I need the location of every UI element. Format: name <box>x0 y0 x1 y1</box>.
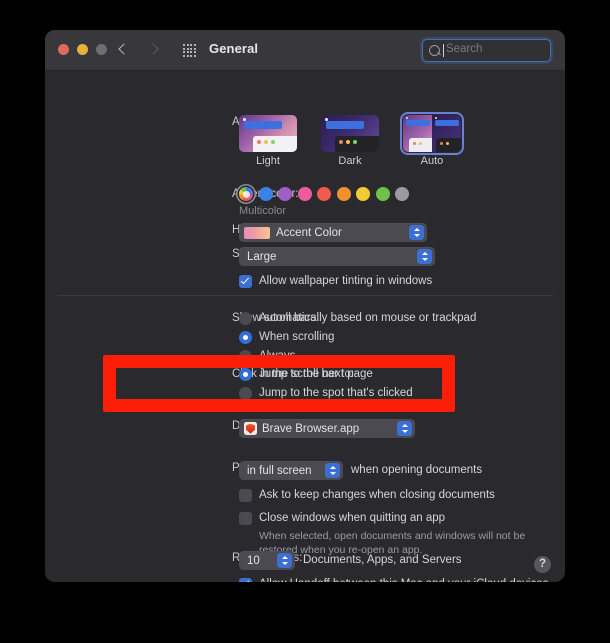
recent-items-value: 10 <box>247 554 260 567</box>
prefer-tabs-row: Prefer tabs: in full screen when opening… <box>232 461 483 480</box>
prefer-tabs-suffix: when opening documents <box>351 464 483 476</box>
default-web-browser-row: Default web browser: Brave Browser.app <box>232 419 415 438</box>
appearance-label-light: Light <box>256 155 280 167</box>
accent-color-swatches <box>239 187 409 201</box>
navigation-arrows <box>117 40 163 58</box>
click-scroll-radio-next-page[interactable] <box>239 367 252 381</box>
appearance-option-auto[interactable]: Auto <box>400 112 464 167</box>
wallpaper-tinting-checkbox[interactable] <box>239 274 252 288</box>
back-chevron-icon[interactable] <box>117 40 133 58</box>
recent-items-suffix: Documents, Apps, and Servers <box>303 554 462 566</box>
handoff-label: Allow Handoff between this Mac and your … <box>259 577 548 582</box>
default-web-browser-label: Default web browser: <box>232 420 340 432</box>
highlight-color-row: Highlight color: Accent Color <box>232 223 427 242</box>
click-scroll-radio-spot-clicked[interactable] <box>239 386 252 400</box>
sidebar-icon-size-value: Large <box>247 250 277 263</box>
default-web-browser-dropdown[interactable]: Brave Browser.app <box>239 419 415 438</box>
chevron-updown-icon <box>397 421 412 436</box>
show-all-grid-icon[interactable] <box>183 44 196 57</box>
accent-swatch-yellow[interactable] <box>356 187 370 201</box>
search-input[interactable]: Search <box>422 39 551 62</box>
accent-swatch-red[interactable] <box>317 187 331 201</box>
highlight-color-swatch <box>244 226 270 239</box>
accent-swatch-green[interactable] <box>375 187 390 201</box>
page-title: General <box>209 41 259 56</box>
minimize-window-button[interactable] <box>77 44 88 55</box>
click-scroll-bar-label: Click in the scroll bar to: <box>232 368 355 380</box>
recent-items-dropdown[interactable]: 10 <box>239 551 295 570</box>
close-windows-quitting-control[interactable]: Close windows when quitting an app <box>239 511 551 525</box>
handoff-row[interactable]: Allow Handoff between this Mac and your … <box>239 577 548 582</box>
scroll-bars-radio-automatic[interactable] <box>239 311 252 325</box>
section-divider <box>57 295 553 296</box>
recent-items-label: Recent items: <box>232 552 302 564</box>
chevron-updown-icon <box>409 225 424 240</box>
search-icon <box>429 45 440 56</box>
click-scroll-option-spot-clicked[interactable]: Jump to the spot that's clicked <box>239 386 413 400</box>
forward-chevron-icon[interactable] <box>147 40 163 58</box>
accent-color-label: Accent color: <box>232 188 298 200</box>
highlight-color-label: Highlight color: <box>232 224 308 236</box>
window-toolbar: General Search <box>45 30 565 71</box>
search-placeholder: Search <box>446 43 483 55</box>
close-windows-quitting-checkbox[interactable] <box>239 511 252 525</box>
screenshot-root: General Search Appearance: <box>0 0 610 643</box>
recent-items-row: Recent items: 10 Documents, Apps, and Se… <box>232 551 462 570</box>
show-scroll-bars-label: Show scroll bars: <box>232 312 320 324</box>
zoom-window-button[interactable] <box>96 44 107 55</box>
preferences-content: Appearance: Light <box>45 71 565 582</box>
accent-swatch-blue[interactable] <box>258 187 273 201</box>
chevron-updown-icon <box>325 463 340 478</box>
appearance-label: Appearance: <box>232 116 297 128</box>
appearance-label-dark: Dark <box>338 155 362 167</box>
brave-browser-icon <box>244 422 257 435</box>
accent-color-row: Accent color: Multicolor <box>232 187 409 217</box>
accent-swatch-purple[interactable] <box>278 187 292 201</box>
sidebar-icon-size-dropdown[interactable]: Large <box>239 247 435 266</box>
system-preferences-window: General Search Appearance: <box>45 30 565 582</box>
prefer-tabs-dropdown[interactable]: in full screen <box>239 461 343 480</box>
traffic-lights <box>58 44 107 55</box>
appearance-row: Appearance: Light <box>232 112 464 167</box>
sidebar-icon-size-label: Sidebar icon size: <box>232 248 323 260</box>
default-web-browser-value: Brave Browser.app <box>262 422 360 435</box>
wallpaper-tinting-label: Allow wallpaper tinting in windows <box>259 275 433 287</box>
accent-color-caption: Multicolor <box>239 205 287 217</box>
accent-swatch-graphite[interactable] <box>395 187 409 201</box>
text-caret <box>443 43 444 57</box>
scroll-bars-label-always: Always <box>259 350 296 362</box>
handoff-checkbox[interactable] <box>239 577 252 582</box>
scroll-bars-radio-when-scrolling[interactable] <box>239 330 252 344</box>
click-scroll-bar-row: Click in the scroll bar to: Jump to the … <box>232 367 413 400</box>
appearance-option-dark[interactable]: Dark <box>321 115 379 167</box>
close-windows-quitting-label: Close windows when quitting an app <box>259 512 446 524</box>
click-scroll-label-spot-clicked: Jump to the spot that's clicked <box>259 387 413 399</box>
scroll-bars-radio-always[interactable] <box>239 349 252 363</box>
accent-swatch-multicolor[interactable] <box>239 187 253 201</box>
prefer-tabs-label: Prefer tabs: <box>232 462 291 474</box>
highlight-color-dropdown[interactable]: Accent Color <box>239 223 427 242</box>
ask-keep-changes-checkbox[interactable] <box>239 488 252 502</box>
chevron-updown-icon <box>277 553 292 568</box>
appearance-label-auto: Auto <box>420 155 444 167</box>
appearance-thumbnail-dark <box>321 115 379 152</box>
scroll-bars-option-always[interactable]: Always <box>239 349 476 363</box>
appearance-thumbnail-light <box>239 115 297 152</box>
scroll-bars-option-when-scrolling[interactable]: When scrolling <box>239 330 476 344</box>
appearance-option-light[interactable]: Light <box>239 115 297 167</box>
wallpaper-tinting-row[interactable]: Allow wallpaper tinting in windows <box>239 274 432 288</box>
scroll-bars-label-when-scrolling: When scrolling <box>259 331 335 343</box>
highlight-color-value: Accent Color <box>276 226 342 239</box>
accent-swatch-orange[interactable] <box>336 187 351 201</box>
sidebar-icon-size-row: Sidebar icon size: Large <box>232 247 435 266</box>
chevron-updown-icon <box>417 249 432 264</box>
help-button[interactable]: ? <box>534 556 551 573</box>
appearance-thumbnail-auto <box>400 112 464 155</box>
show-scroll-bars-row: Show scroll bars: Automatically based on… <box>232 311 476 363</box>
close-window-button[interactable] <box>58 44 69 55</box>
ask-keep-changes-label: Ask to keep changes when closing documen… <box>259 489 495 501</box>
prefer-tabs-value: in full screen <box>247 464 312 477</box>
ask-keep-changes-row[interactable]: Ask to keep changes when closing documen… <box>239 488 495 502</box>
accent-swatch-pink[interactable] <box>297 187 312 201</box>
